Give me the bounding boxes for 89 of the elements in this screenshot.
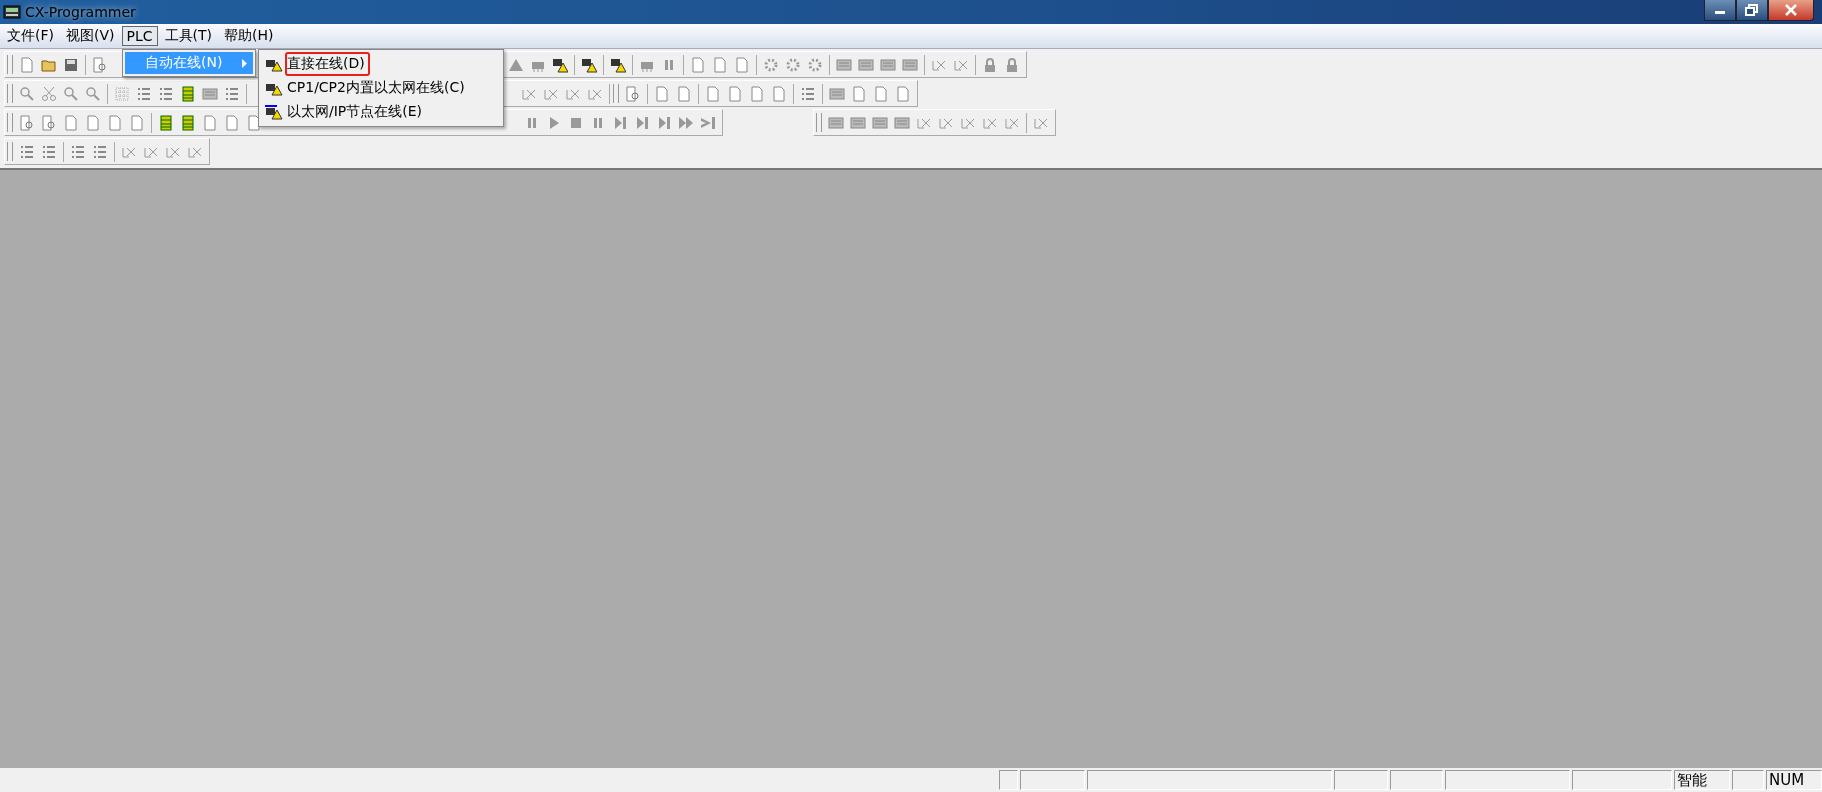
- list-icon[interactable]: [41, 143, 57, 160]
- page-icon[interactable]: [851, 85, 867, 102]
- ladder-icon[interactable]: [180, 85, 196, 102]
- menu-item[interactable]: 文件(F): [2, 25, 59, 47]
- close-icon: [1784, 4, 1798, 16]
- block-icon[interactable]: [829, 85, 845, 102]
- menu-item[interactable]: 直接在线(D): [285, 52, 370, 76]
- menu-item[interactable]: 视图(V): [61, 25, 120, 47]
- magnifier-icon[interactable]: [85, 85, 101, 102]
- page-preview-icon[interactable]: [41, 114, 57, 131]
- page-icon[interactable]: [107, 114, 123, 131]
- grid-icon[interactable]: [114, 85, 130, 102]
- list-icon[interactable]: [158, 85, 174, 102]
- warning-icon[interactable]: [552, 56, 568, 73]
- lock-icon[interactable]: [982, 56, 998, 73]
- block-icon[interactable]: [202, 85, 218, 102]
- page-preview-icon[interactable]: [92, 56, 108, 73]
- block-icon[interactable]: [894, 114, 910, 131]
- menu-item[interactable]: 以太网/IP节点在线(E): [285, 100, 428, 124]
- toolbar-grip[interactable]: [7, 142, 13, 161]
- app-icon: [3, 4, 21, 20]
- status-pane: [1020, 770, 1085, 790]
- toolbar-grip[interactable]: [7, 113, 13, 132]
- page-icon[interactable]: [895, 85, 911, 102]
- warning-icon[interactable]: [581, 56, 597, 73]
- page-icon[interactable]: [771, 85, 787, 102]
- page-preview-icon[interactable]: [625, 85, 641, 102]
- block-icon[interactable]: [850, 114, 866, 131]
- status-pane: [1732, 770, 1764, 790]
- page-icon[interactable]: [712, 56, 728, 73]
- lock-icon[interactable]: [1004, 56, 1020, 73]
- list-icon[interactable]: [136, 85, 152, 102]
- magnifier-icon[interactable]: [19, 85, 35, 102]
- ladder-icon[interactable]: [180, 114, 196, 131]
- list-icon[interactable]: [19, 143, 35, 160]
- menu-item[interactable]: CP1/CP2内置以太网在线(C): [285, 76, 470, 100]
- toolbar-grip[interactable]: [7, 55, 13, 74]
- list-icon[interactable]: [224, 85, 240, 102]
- menu-item[interactable]: 帮助(H): [219, 25, 279, 47]
- page-icon[interactable]: [705, 85, 721, 102]
- minimize-button[interactable]: [1704, 0, 1736, 21]
- page-preview-icon[interactable]: [19, 114, 35, 131]
- warning-icon[interactable]: [610, 56, 626, 73]
- toolbar-grip[interactable]: [7, 84, 13, 103]
- page-icon[interactable]: [654, 85, 670, 102]
- block-icon[interactable]: [880, 56, 896, 73]
- step-icon[interactable]: [612, 114, 628, 131]
- list-icon[interactable]: [800, 85, 816, 102]
- menu-item[interactable]: PLC: [121, 26, 158, 46]
- page-icon[interactable]: [690, 56, 706, 73]
- step-icon[interactable]: [634, 114, 650, 131]
- page-icon[interactable]: [202, 114, 218, 131]
- warning-icon: [265, 104, 283, 120]
- page-icon[interactable]: [676, 85, 692, 102]
- menu-item[interactable]: 工具(T): [159, 25, 217, 47]
- list-icon[interactable]: [92, 143, 108, 160]
- status-pane: [1390, 770, 1443, 790]
- page-icon[interactable]: [85, 114, 101, 131]
- list-icon[interactable]: [70, 143, 86, 160]
- close-button[interactable]: [1768, 0, 1814, 21]
- toolbar-grip[interactable]: [613, 84, 619, 103]
- ladder-icon[interactable]: [158, 114, 174, 131]
- status-num: NUM: [1766, 770, 1822, 790]
- page-icon[interactable]: [749, 85, 765, 102]
- page-icon[interactable]: [129, 114, 145, 131]
- page-icon[interactable]: [63, 114, 79, 131]
- toolbar-grip[interactable]: [816, 113, 822, 132]
- page-icon[interactable]: [246, 114, 262, 131]
- step-icon[interactable]: [656, 114, 672, 131]
- page-icon[interactable]: [727, 85, 743, 102]
- block-icon[interactable]: [858, 56, 874, 73]
- page-icon[interactable]: [873, 85, 889, 102]
- window-title: CX-Programmer: [25, 4, 136, 20]
- fast-forward-icon[interactable]: [678, 114, 694, 131]
- magnifier-icon[interactable]: [63, 85, 79, 102]
- status-pane: [999, 770, 1018, 790]
- block-icon[interactable]: [828, 114, 844, 131]
- block-icon[interactable]: [902, 56, 918, 73]
- status-mode: 智能: [1674, 770, 1730, 790]
- block-icon[interactable]: [872, 114, 888, 131]
- scissors-icon[interactable]: [41, 85, 57, 102]
- restore-button[interactable]: [1736, 0, 1768, 21]
- page-icon[interactable]: [224, 114, 240, 131]
- skip-end-icon[interactable]: [700, 114, 716, 131]
- status-pane: [1334, 770, 1388, 790]
- page-icon[interactable]: [19, 56, 35, 73]
- page-icon[interactable]: [734, 56, 750, 73]
- restore-icon: [1745, 4, 1759, 16]
- block-icon[interactable]: [836, 56, 852, 73]
